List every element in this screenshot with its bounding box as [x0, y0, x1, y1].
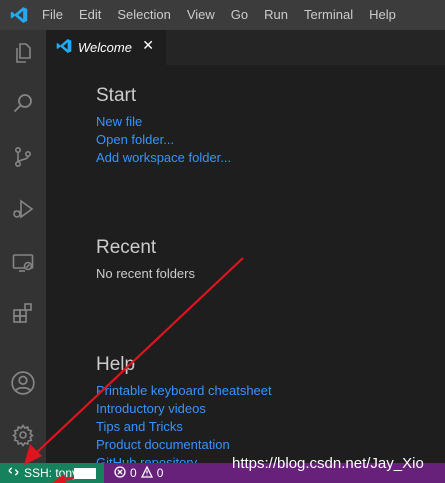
menu-bar: File Edit Selection View Go Run Terminal… — [0, 0, 445, 30]
menu-selection[interactable]: Selection — [109, 0, 178, 30]
tab-label: Welcome — [78, 40, 132, 55]
run-debug-icon[interactable] — [0, 186, 46, 232]
remote-ssh-indicator[interactable]: SSH: tony — [0, 463, 104, 483]
menu-terminal[interactable]: Terminal — [296, 0, 361, 30]
add-workspace-folder-link[interactable]: Add workspace folder... — [96, 150, 231, 165]
recent-heading: Recent — [96, 237, 157, 258]
error-count: 0 — [130, 466, 137, 480]
new-file-link[interactable]: New file — [96, 114, 142, 129]
watermark-text: https://blog.csdn.net/Jay_Xio — [232, 455, 424, 472]
remote-label: SSH: tony — [24, 466, 79, 480]
activity-bar — [0, 30, 46, 463]
start-heading: Start — [96, 85, 137, 106]
vscode-logo-icon — [0, 0, 38, 30]
keyboard-cheatsheet-link[interactable]: Printable keyboard cheatsheet — [96, 383, 272, 398]
remote-icon — [8, 466, 19, 480]
menu-edit[interactable]: Edit — [71, 0, 109, 30]
extensions-icon[interactable] — [0, 290, 46, 336]
warning-count: 0 — [156, 466, 164, 480]
welcome-page: Start New file Open folder... Add worksp… — [46, 65, 445, 463]
help-heading: Help — [96, 354, 136, 375]
menu-view[interactable]: View — [179, 0, 223, 30]
source-control-icon[interactable] — [0, 134, 46, 180]
no-recent-folders-text: No recent folders — [96, 266, 195, 281]
remote-explorer-icon[interactable] — [0, 240, 46, 286]
tips-and-tricks-link[interactable]: Tips and Tricks — [96, 419, 183, 434]
introductory-videos-link[interactable]: Introductory videos — [96, 401, 206, 416]
tab-welcome[interactable]: Welcome ✕ — [46, 30, 166, 65]
vscode-tab-icon — [56, 38, 72, 58]
search-icon[interactable] — [0, 80, 46, 126]
close-icon[interactable]: ✕ — [142, 38, 154, 54]
settings-gear-icon[interactable] — [0, 412, 46, 458]
explorer-icon[interactable] — [0, 30, 46, 76]
editor-tab-bar: Welcome ✕ — [46, 30, 445, 65]
problems-indicator[interactable]: 0 0 — [112, 465, 165, 481]
menu-go[interactable]: Go — [223, 0, 256, 30]
menu-help[interactable]: Help — [361, 0, 404, 30]
open-folder-link[interactable]: Open folder... — [96, 132, 174, 147]
account-icon[interactable] — [0, 360, 46, 406]
warning-icon — [140, 465, 153, 481]
product-documentation-link[interactable]: Product documentation — [96, 437, 230, 452]
menu-file[interactable]: File — [38, 0, 71, 30]
github-repository-link[interactable]: GitHub repository — [96, 455, 197, 463]
menu-run[interactable]: Run — [256, 0, 296, 30]
error-icon — [114, 465, 126, 481]
